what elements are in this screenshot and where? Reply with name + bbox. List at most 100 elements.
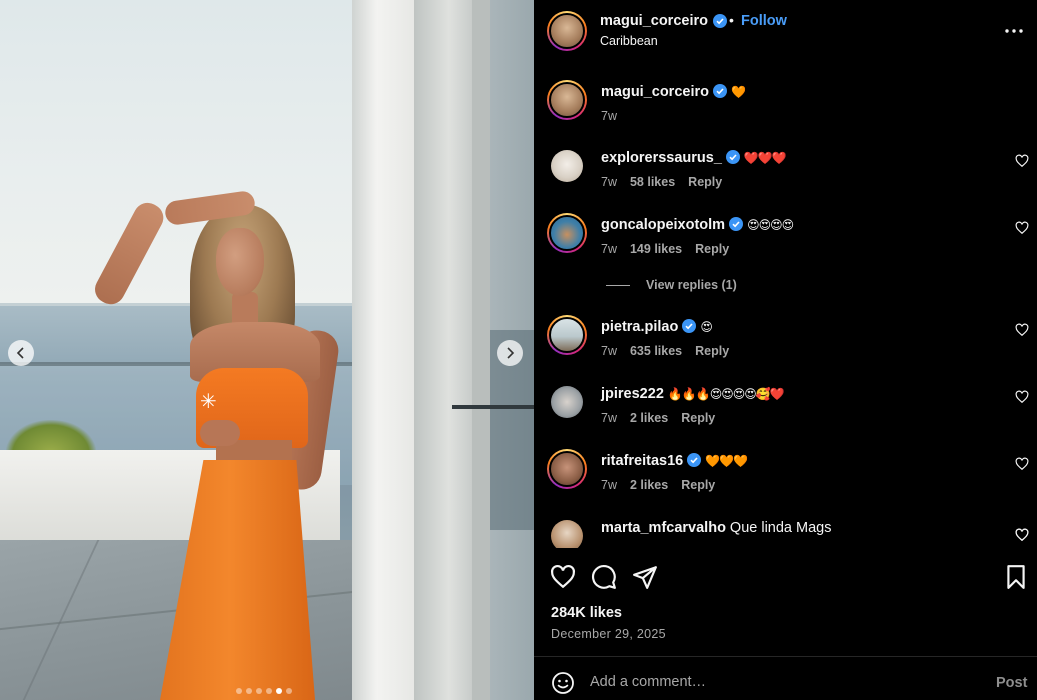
commenter-avatar[interactable] [551, 520, 583, 548]
comment-meta: 7w 635 likes Reply [601, 344, 742, 358]
comment-time[interactable]: 7w [601, 411, 617, 425]
like-heart-icon[interactable] [550, 564, 576, 590]
caption-line: magui_corceiro 🧡 [601, 84, 746, 100]
post-location[interactable]: Caribbean [600, 34, 658, 48]
carousel-dot [286, 688, 292, 694]
photo-column [352, 0, 414, 700]
comment-bubble-icon[interactable] [591, 564, 617, 590]
avatar-image [549, 317, 585, 353]
chevron-left-icon [16, 347, 24, 359]
view-replies-button[interactable]: View replies (1) [606, 278, 737, 292]
caption-time[interactable]: 7w [601, 109, 617, 123]
comment-time[interactable]: 7w [601, 478, 617, 492]
post-action-bar [534, 556, 1037, 600]
comment-meta: 7w 2 likes Reply [601, 478, 728, 492]
comment-text: 🔥🔥🔥😍😍😍😍🥰❤️ [667, 387, 785, 401]
author-username[interactable]: magui_corceiro [600, 13, 708, 29]
comment-time[interactable]: 7w [601, 175, 617, 189]
comment-reply-button[interactable]: Reply [681, 411, 715, 425]
caption-text: 🧡 [731, 85, 746, 99]
heart-icon[interactable] [1015, 323, 1029, 337]
comment-meta: 7w 58 likes Reply [601, 175, 735, 189]
photo-person-face [216, 228, 264, 296]
verified-badge-icon [725, 150, 740, 164]
comment-reply-button[interactable]: Reply [681, 478, 715, 492]
comment-text: 🧡🧡🧡 [705, 454, 748, 468]
comment-username[interactable]: ritafreitas16 [601, 453, 683, 469]
comment-meta: 7w 2 likes Reply [601, 411, 728, 425]
comment-likes[interactable]: 2 likes [630, 478, 668, 492]
follow-button[interactable]: Follow [741, 13, 787, 29]
add-comment-input[interactable] [590, 667, 970, 697]
caption-avatar[interactable] [547, 80, 587, 120]
header-separator: • [729, 12, 734, 28]
avatar-image [549, 13, 585, 49]
heart-icon[interactable] [1015, 528, 1029, 542]
comment-line: goncalopeixotolm 😍😍😍😍 [601, 217, 794, 233]
likes-count[interactable]: 284K likes [551, 605, 622, 621]
heart-icon[interactable] [1015, 390, 1029, 404]
avatar-image [549, 215, 585, 251]
comment-reply-button[interactable]: Reply [688, 175, 722, 189]
commenter-avatar[interactable] [547, 315, 587, 355]
view-replies-line [606, 284, 630, 286]
carousel-indicator [236, 688, 292, 694]
comment-text: Que linda Mags [729, 520, 832, 536]
comment-username[interactable]: jpires222 [601, 386, 664, 402]
comment-meta: 7w 149 likes Reply [601, 242, 742, 256]
heart-icon[interactable] [1015, 154, 1029, 168]
post-date[interactable]: December 29, 2025 [551, 627, 666, 641]
comment-line: pietra.pilao 😍 [601, 319, 713, 335]
heart-icon[interactable] [1015, 221, 1029, 235]
carousel-dot [266, 688, 272, 694]
caption-username[interactable]: magui_corceiro [601, 84, 709, 100]
author-avatar[interactable] [547, 11, 587, 51]
comment-reply-button[interactable]: Reply [695, 344, 729, 358]
commenter-avatar[interactable] [551, 150, 583, 182]
comment-line: explorerssaurus_ ❤️❤️❤️ [601, 150, 787, 166]
comment-text: ❤️❤️❤️ [743, 151, 787, 165]
comment-likes[interactable]: 149 likes [630, 242, 682, 256]
bookmark-icon[interactable] [1003, 564, 1029, 590]
view-replies-label: View replies (1) [646, 278, 737, 292]
commenter-avatar[interactable] [547, 449, 587, 489]
comment-reply-button[interactable]: Reply [695, 242, 729, 256]
paper-plane-icon[interactable] [632, 564, 658, 590]
verified-badge-icon [687, 453, 702, 467]
heart-icon[interactable] [1015, 457, 1029, 471]
chevron-right-icon [507, 347, 515, 359]
commenter-avatar[interactable] [551, 386, 583, 418]
comment-username[interactable]: marta_mfcarvalho [601, 520, 726, 536]
comment-text: 😍😍😍😍 [747, 218, 794, 232]
comment-likes[interactable]: 635 likes [630, 344, 682, 358]
carousel-dot [246, 688, 252, 694]
comment-likes[interactable]: 58 likes [630, 175, 675, 189]
post-details-panel: magui_corceiro • Follow Caribbean magui_… [534, 0, 1037, 700]
carousel-dot [256, 688, 262, 694]
post-comment-button[interactable]: Post [996, 675, 1027, 691]
post-photo[interactable]: ✳ [0, 0, 534, 700]
smiley-icon[interactable] [551, 671, 575, 695]
comment-username[interactable]: explorerssaurus_ [601, 150, 722, 166]
comment-likes[interactable]: 2 likes [630, 411, 668, 425]
comment-username[interactable]: pietra.pilao [601, 319, 678, 335]
avatar-image [549, 82, 585, 118]
carousel-dot [236, 688, 242, 694]
photo-column [472, 0, 490, 700]
carousel-dot [276, 688, 282, 694]
more-options-icon[interactable] [1003, 22, 1025, 40]
photo-window-frame [452, 405, 534, 409]
caption-meta: 7w [601, 109, 630, 123]
comment-username[interactable]: goncalopeixotolm [601, 217, 725, 233]
verified-badge-icon [713, 14, 727, 28]
photo-column [414, 0, 472, 700]
avatar-image [549, 451, 585, 487]
comment-time[interactable]: 7w [601, 344, 617, 358]
carousel-prev-button[interactable] [8, 340, 34, 366]
commenter-avatar[interactable] [547, 213, 587, 253]
carousel-next-button[interactable] [497, 340, 523, 366]
comment-time[interactable]: 7w [601, 242, 617, 256]
comment-line: ritafreitas16 🧡🧡🧡 [601, 453, 748, 469]
post-header: magui_corceiro • Follow Caribbean [534, 0, 1037, 64]
comment-text: 😍 [700, 320, 712, 334]
